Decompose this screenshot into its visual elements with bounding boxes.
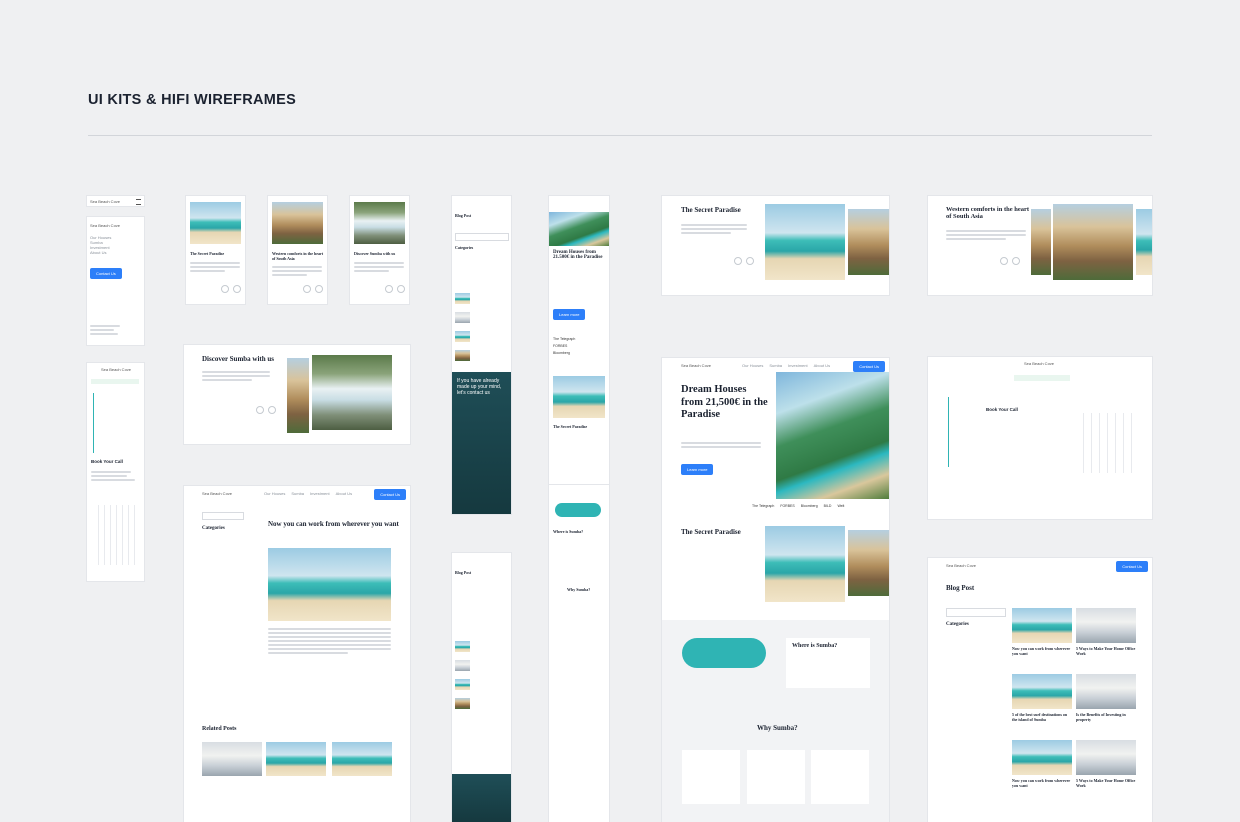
- nav-item[interactable]: About Us: [90, 250, 120, 255]
- contact-button[interactable]: Contact Us: [853, 361, 885, 372]
- why-title: Why Sumba?: [757, 724, 798, 732]
- categories-title: Categories: [946, 622, 969, 627]
- nav-item[interactable]: Investment: [788, 363, 808, 368]
- sumba-map: [682, 638, 766, 668]
- section-title: UI KITS & HIFI WIREFRAMES: [88, 92, 297, 108]
- categories-title: Categories: [455, 245, 474, 250]
- logo: Sea Beach Cove: [681, 363, 712, 368]
- cta-text: If you have already made up your mind, l…: [457, 378, 502, 396]
- press-logo: The Telegraph: [553, 337, 576, 341]
- logo: Sea Beach Cove: [90, 199, 121, 204]
- logo: Sea Beach Cove: [202, 491, 233, 496]
- logo: Sea Beach Cove: [946, 563, 977, 568]
- waterfall-image: [354, 202, 405, 244]
- contact-button[interactable]: Contact Us: [1116, 561, 1148, 572]
- blog-list-desktop: Sea Beach Cove Contact Us Blog Post Cate…: [928, 558, 1152, 822]
- footer-dark: If you have already made up your mind, l…: [452, 372, 511, 514]
- blog-title: Blog Post: [455, 213, 472, 218]
- discover-card: Discover Sumba with us: [184, 345, 410, 444]
- mobile-blog-card: Blog Post Categories If you have already…: [452, 196, 511, 514]
- categories-title: Categories: [202, 526, 225, 531]
- nav-item[interactable]: About Us: [336, 491, 352, 496]
- sumba-card-3[interactable]: Discover Sumba with us: [350, 196, 409, 304]
- learn-more-button[interactable]: Learn more: [681, 464, 714, 475]
- where-title: Where is Sumba?: [792, 643, 838, 649]
- blog-item-title[interactable]: 5 of the best surf destinations on the i…: [1012, 712, 1072, 722]
- temple-image: [272, 202, 323, 244]
- desktop-home-card: Sea Beach Cove Our Houses Sumba Investme…: [662, 358, 889, 822]
- contact-button[interactable]: Contact Us: [90, 268, 122, 279]
- nav-item[interactable]: Our Houses: [264, 491, 285, 496]
- nav-item[interactable]: About Us: [814, 363, 830, 368]
- villa-image: [549, 212, 609, 246]
- sumba-card-1[interactable]: The Secret Paradise: [186, 196, 245, 304]
- search-input[interactable]: [455, 233, 509, 241]
- book-call-title: Book Your Call: [91, 459, 123, 464]
- logo: Sea Beach Cove: [90, 223, 121, 228]
- book-call-desktop: Sea Beach Cove Book Your Call: [928, 357, 1152, 519]
- search-input[interactable]: [946, 608, 1006, 617]
- nav-item[interactable]: Sumba: [291, 491, 304, 496]
- press-logo: The Telegraph: [752, 504, 775, 508]
- divider: [88, 135, 1152, 136]
- hero-title: Dream Houses from 21,500€ in the Paradis…: [681, 384, 768, 420]
- beach-image: [190, 202, 241, 244]
- calendar[interactable]: [93, 505, 139, 565]
- press-logo: Welt: [837, 504, 845, 508]
- western-comforts-desktop: Western comforts in the heart of South A…: [928, 196, 1152, 295]
- villa-image: [776, 372, 889, 499]
- calendar[interactable]: [1076, 413, 1136, 473]
- card-title: Discover Sumba with us: [202, 355, 275, 363]
- blog-title: Blog Post: [946, 584, 975, 592]
- book-call-title: Book Your Call: [986, 407, 1018, 412]
- waterfall-image: [312, 355, 392, 430]
- contact-button[interactable]: Contact Us: [374, 489, 406, 500]
- blog-article-desktop: Sea Beach Cove Our Houses Sumba Investme…: [184, 486, 410, 822]
- press-logo: Bloomberg: [800, 504, 818, 508]
- menu-icon[interactable]: [136, 199, 141, 205]
- press-logo: BILD: [823, 504, 832, 508]
- nav-item[interactable]: Investment: [310, 491, 330, 496]
- card-title: Western comforts in the heart of South A…: [272, 251, 324, 261]
- learn-more-button[interactable]: Learn more: [553, 309, 586, 320]
- card-title: Discover Sumba with us: [354, 251, 396, 256]
- nav-item[interactable]: Our Houses: [742, 363, 763, 368]
- card-title: The Secret Paradise: [681, 528, 741, 536]
- blog-item-title[interactable]: 5 Ways to Make Your Home Office Work: [1076, 646, 1136, 656]
- blog-item-title[interactable]: Now you can work from wherever you want: [1012, 778, 1072, 788]
- mobile-menu-card: Sea Beach Cove Our Houses Sumba Investme…: [87, 217, 144, 345]
- article-title: Now you can work from wherever you want: [268, 520, 399, 528]
- where-title: Where is Sumba?: [553, 529, 584, 534]
- sumba-card-2[interactable]: Western comforts in the heart of South A…: [268, 196, 327, 304]
- press-logo: Bloomberg: [553, 351, 570, 355]
- article-image: [268, 548, 391, 621]
- press-logo: FORBES: [553, 344, 568, 348]
- logo: Sea Beach Cove: [101, 367, 132, 372]
- hero-title: Dream Houses from 21.500€ in the Paradis…: [553, 250, 603, 260]
- search-input[interactable]: [202, 512, 244, 520]
- secret-paradise-desktop: The Secret Paradise: [662, 196, 889, 295]
- card-title: The Secret Paradise: [553, 424, 588, 429]
- blog-title: Blog Post: [455, 570, 472, 575]
- why-title: Why Sumba?: [567, 587, 591, 592]
- where-card: Where is Sumba?: [786, 638, 870, 688]
- blog-item-title[interactable]: 5 Ways to Make Your Home Office Work: [1076, 778, 1136, 788]
- book-call-mobile-card: Sea Beach Cove Book Your Call: [87, 363, 144, 581]
- press-logo: FORBES: [780, 504, 795, 508]
- related-posts-title: Related Posts: [202, 726, 237, 732]
- sumba-map: [555, 503, 601, 517]
- card-title: The Secret Paradise: [190, 251, 225, 256]
- nav-item[interactable]: Sumba: [769, 363, 782, 368]
- card-title: Western comforts in the heart of South A…: [946, 206, 1030, 220]
- blog-item-title[interactable]: Now you can work from wherever you want: [1012, 646, 1072, 656]
- mobile-where-card: Where is Sumba? Why Sumba?: [549, 485, 609, 822]
- mobile-header-card: Sea Beach Cove: [87, 196, 144, 206]
- blog-item-title[interactable]: Is the Benefits of Investing in property: [1076, 712, 1136, 722]
- card-title: The Secret Paradise: [681, 206, 741, 214]
- mobile-blog-card-2: Blog Post: [452, 553, 511, 822]
- temple-image: [1053, 204, 1133, 280]
- mobile-home-card: Dream Houses from 21.500€ in the Paradis…: [549, 196, 609, 485]
- logo: Sea Beach Cove: [1024, 361, 1055, 366]
